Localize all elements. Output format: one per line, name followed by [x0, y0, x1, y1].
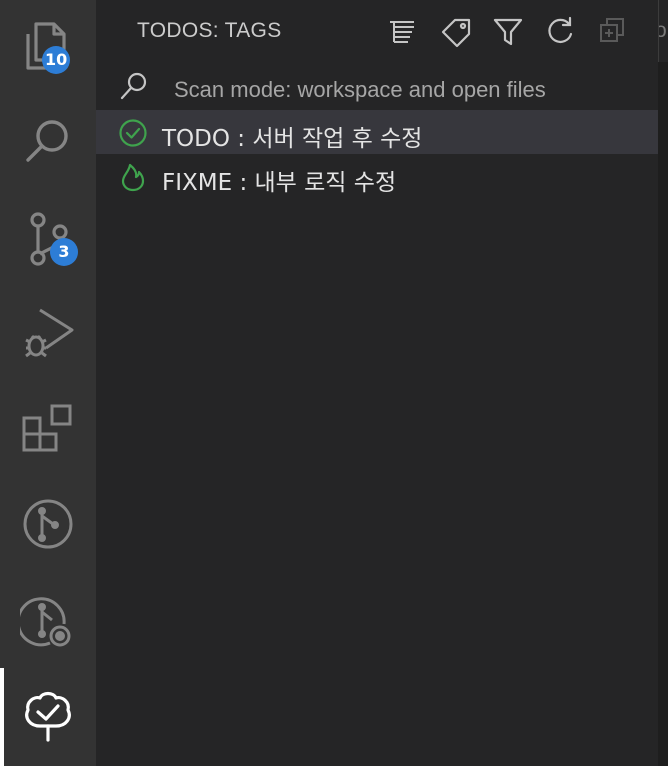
source-control-badge: 3 — [50, 238, 78, 266]
activity-todo-tree[interactable] — [0, 670, 96, 766]
tree-view-button[interactable] — [386, 14, 420, 48]
refresh-icon — [548, 16, 573, 43]
tree-check-icon — [25, 691, 71, 742]
todo-item-todo[interactable]: TODO : 서버 작업 후 수정 — [96, 110, 658, 154]
todo-item-label: TODO : 서버 작업 후 수정 — [162, 126, 423, 152]
expand-all-button[interactable] — [595, 14, 629, 48]
git-inspect-icon — [20, 597, 71, 647]
extensions-icon — [22, 404, 72, 452]
git-branch-circle-icon — [23, 499, 73, 549]
filter-icon — [493, 18, 523, 46]
panel-title: TODOS: TAGS — [137, 19, 282, 42]
search-icon — [26, 120, 68, 162]
activity-source-control[interactable]: 3 — [0, 192, 96, 288]
scan-mode-text: Scan mode: workspace and open files — [174, 77, 546, 102]
check-circle-icon — [119, 119, 147, 147]
flame-icon — [121, 163, 145, 192]
expand-all-icon — [600, 18, 624, 42]
scan-mode-row[interactable]: Scan mode: workspace and open files — [96, 62, 658, 108]
cut-off-header: or — [658, 0, 668, 62]
vscode-window: 10 3 TODOS: TAGS Scan mode: workspace an… — [0, 0, 668, 766]
search-icon — [120, 72, 147, 100]
run-debug-icon — [25, 308, 74, 358]
active-indicator — [0, 668, 4, 766]
cut-off-text: or — [659, 19, 668, 43]
activity-bar: 10 3 — [0, 0, 96, 766]
editor-edge: or — [658, 0, 668, 766]
tree-view-icon — [390, 21, 414, 43]
refresh-button[interactable] — [543, 14, 577, 48]
activity-run-debug[interactable] — [0, 288, 96, 384]
todo-item-fixme[interactable]: FIXME : 내부 로직 수정 — [96, 154, 658, 198]
activity-git-lens[interactable] — [0, 576, 96, 672]
activity-search[interactable] — [0, 96, 96, 192]
filter-button[interactable] — [491, 14, 525, 48]
activity-git-graph[interactable] — [0, 480, 96, 576]
activity-explorer[interactable]: 10 — [0, 0, 96, 96]
todo-item-label: FIXME : 내부 로직 수정 — [162, 170, 397, 196]
tag-icon — [441, 18, 471, 48]
tag-button[interactable] — [439, 14, 473, 48]
panel-header: TODOS: TAGS — [96, 0, 658, 62]
todo-tree-panel: TODOS: TAGS Scan mode: workspace and ope… — [96, 0, 658, 766]
activity-extensions[interactable] — [0, 384, 96, 480]
